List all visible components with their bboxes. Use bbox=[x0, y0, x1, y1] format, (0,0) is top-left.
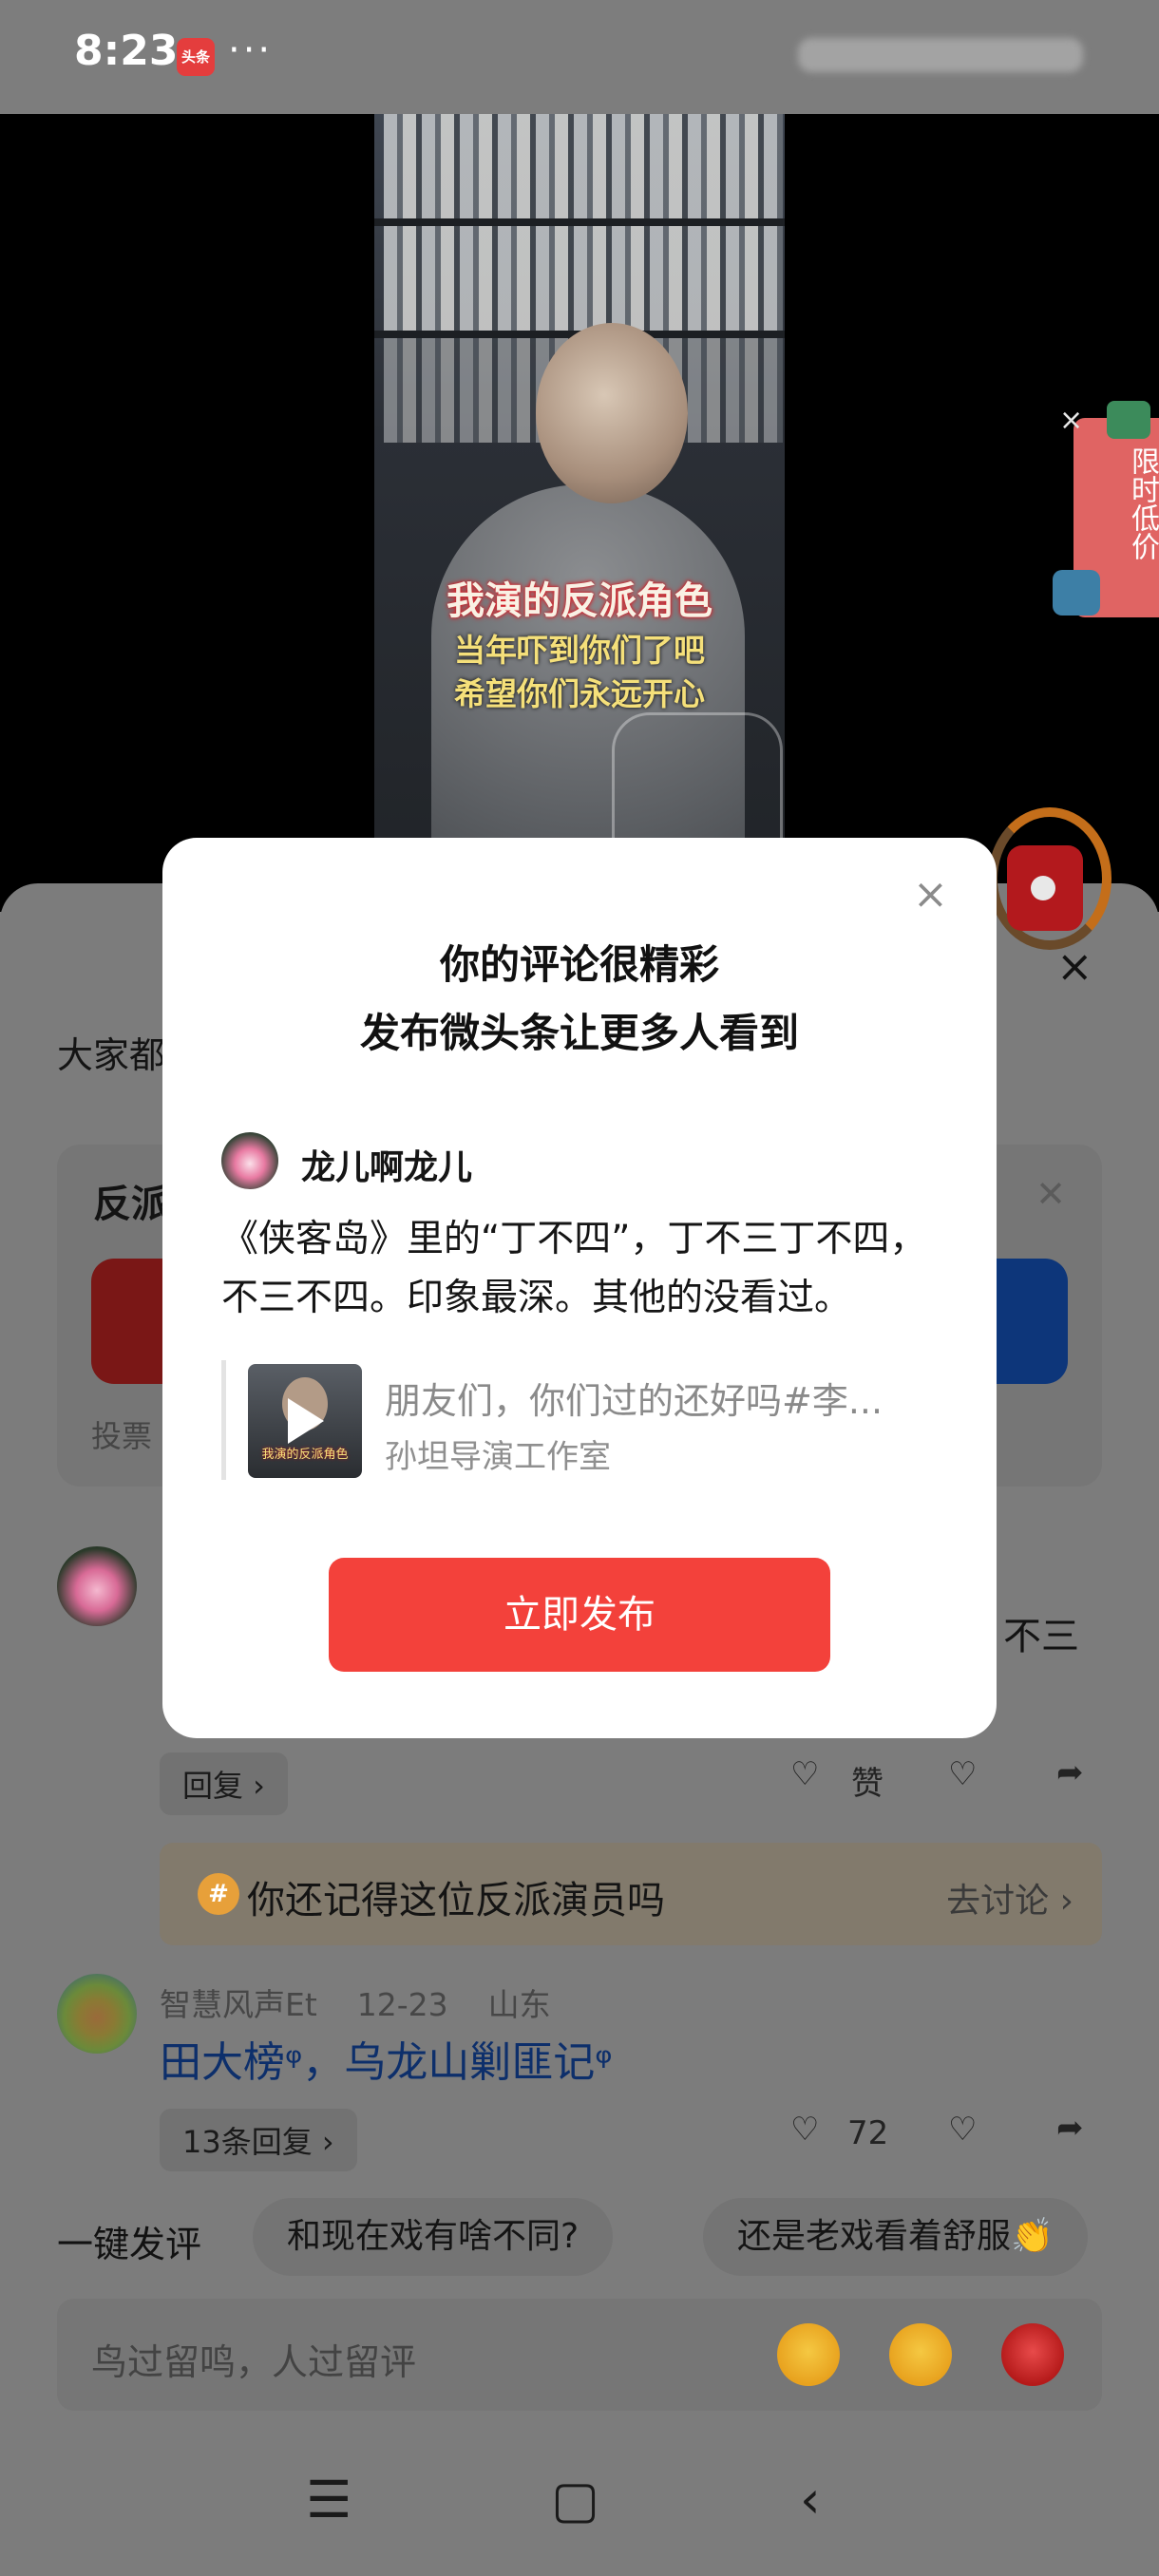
quote-bar bbox=[221, 1360, 226, 1480]
username: 龙儿啊龙儿 bbox=[301, 1148, 473, 1187]
red-packet-widget[interactable] bbox=[988, 807, 1112, 950]
sheet-close-icon[interactable]: × bbox=[1056, 940, 1093, 992]
thumbnail-caption: 我演的反派角色 bbox=[261, 1448, 349, 1462]
quick-comment-chip[interactable]: 还是老戏看着舒服👏 bbox=[703, 2198, 1088, 2276]
laugh-cry-emoji-icon[interactable] bbox=[777, 2323, 840, 2386]
share-icon[interactable]: ➦ bbox=[1056, 1753, 1084, 1791]
video-player[interactable]: 我演的反派角色 当年吓到你们了吧 希望你们永远开心 bbox=[0, 114, 1159, 912]
video-caption-line1: 我演的反派角色 bbox=[446, 578, 712, 623]
status-bar: 8:23 头条 ··· bbox=[0, 0, 1159, 114]
comment2-text[interactable]: 田大榜ᵠ，乌龙山剿匪记ᵠ bbox=[160, 2028, 613, 2089]
hairdryer-icon bbox=[1107, 401, 1150, 439]
play-icon bbox=[288, 1398, 324, 1444]
bookshelf-row bbox=[384, 114, 783, 218]
like-count: 72 bbox=[847, 2114, 889, 2152]
more-notifications-icon: ··· bbox=[228, 28, 274, 72]
status-icons bbox=[798, 38, 1083, 72]
menu-icon[interactable]: ☰ bbox=[306, 2470, 352, 2529]
user-avatar bbox=[221, 1132, 278, 1189]
dislike-icon[interactable]: ♡ bbox=[948, 2111, 977, 2149]
comment2-date: 12-23 bbox=[356, 1986, 448, 2023]
quoted-video-title: 朋友们，你们过的还好吗#李... bbox=[385, 1380, 884, 1422]
promo-close-icon[interactable]: × bbox=[1059, 404, 1083, 437]
dialog-close-icon[interactable]: × bbox=[913, 874, 948, 916]
toutiao-app-icon: 头条 bbox=[177, 38, 215, 76]
comment2-author[interactable]: 智慧风声Et bbox=[160, 1986, 317, 2023]
sob-emoji-icon[interactable] bbox=[889, 2323, 952, 2386]
vote-close-icon[interactable]: ✕ bbox=[1036, 1173, 1066, 1215]
status-time: 8:23 bbox=[74, 27, 179, 75]
publish-now-button[interactable]: 立即发布 bbox=[329, 1558, 830, 1672]
comment-input[interactable]: 鸟过留鸣，人过留评 bbox=[57, 2299, 1102, 2411]
video-caption-line3: 希望你们永远开心 bbox=[454, 675, 705, 712]
video-thumbnail: 我演的反派角色 bbox=[248, 1364, 362, 1478]
comment-text: 《侠客岛》里的“丁不四”，丁不三丁不四，不三不四。印象最深。其他的没看过。 bbox=[221, 1218, 927, 1319]
angry-emoji-icon[interactable] bbox=[1001, 2323, 1064, 2386]
comment1-avatar[interactable] bbox=[57, 1546, 137, 1626]
shelf bbox=[374, 218, 785, 226]
dialog-title-line2: 发布微头条让更多人看到 bbox=[359, 1010, 799, 1056]
dislike-icon[interactable]: ♡ bbox=[948, 1755, 977, 1793]
back-icon[interactable]: ‹ bbox=[800, 2470, 821, 2529]
topic-icon: # bbox=[198, 1873, 239, 1915]
topic-discuss-link[interactable]: 去讨论 › bbox=[946, 1873, 1074, 1923]
quick-comment-bar: 一键发评 和现在戏有啥不同? 还是老戏看着舒服👏 bbox=[0, 2194, 1159, 2280]
publish-dialog: × 你的评论很精彩 发布微头条让更多人看到 龙儿啊龙儿 《侠客岛》里的“丁不四”… bbox=[162, 838, 997, 1738]
video-caption-line2: 当年吓到你们了吧 bbox=[454, 632, 705, 669]
replies-button[interactable]: 13条回复 › bbox=[160, 2109, 357, 2171]
sheet-title: 大家都 bbox=[57, 1034, 166, 1076]
like-label[interactable]: 赞 bbox=[851, 1757, 884, 1804]
comment-input-placeholder: 鸟过留鸣，人过留评 bbox=[91, 2341, 417, 2383]
vote-title: 反派 bbox=[93, 1183, 169, 1226]
jacket-icon bbox=[1053, 570, 1100, 616]
video-frame: 我演的反派角色 当年吓到你们了吧 希望你们永远开心 bbox=[374, 114, 785, 912]
topic-banner[interactable]: # 你还记得这位反派演员吗 去讨论 › bbox=[160, 1843, 1102, 1945]
quoted-video-author: 孙坦导演工作室 bbox=[385, 1438, 611, 1476]
vote-footer: 投票 bbox=[91, 1418, 153, 1454]
comment1-text-tail: 不三 bbox=[1003, 1615, 1079, 1658]
promo-label: 限时低价 bbox=[1126, 446, 1159, 560]
share-icon[interactable]: ➦ bbox=[1056, 2109, 1084, 2147]
like-icon[interactable]: ♡ bbox=[790, 2111, 819, 2149]
dialog-title-line1: 你的评论很精彩 bbox=[439, 941, 719, 988]
topic-text: 你还记得这位反派演员吗 bbox=[247, 1879, 665, 1923]
comment2-avatar[interactable] bbox=[57, 1974, 137, 2054]
system-nav-bar: ☰ ▢ ‹ bbox=[0, 2432, 1159, 2576]
reply-button[interactable]: 回复 › bbox=[160, 1752, 288, 1815]
comment2-meta: 智慧风声Et 12-23 山东 bbox=[160, 1979, 551, 2025]
home-icon[interactable]: ▢ bbox=[551, 2470, 599, 2529]
comment2-location: 山东 bbox=[487, 1986, 551, 2023]
quick-comment-label: 一键发评 bbox=[57, 2224, 202, 2265]
quick-comment-chip[interactable]: 和现在戏有啥不同? bbox=[253, 2198, 614, 2276]
like-icon[interactable]: ♡ bbox=[790, 1755, 819, 1793]
